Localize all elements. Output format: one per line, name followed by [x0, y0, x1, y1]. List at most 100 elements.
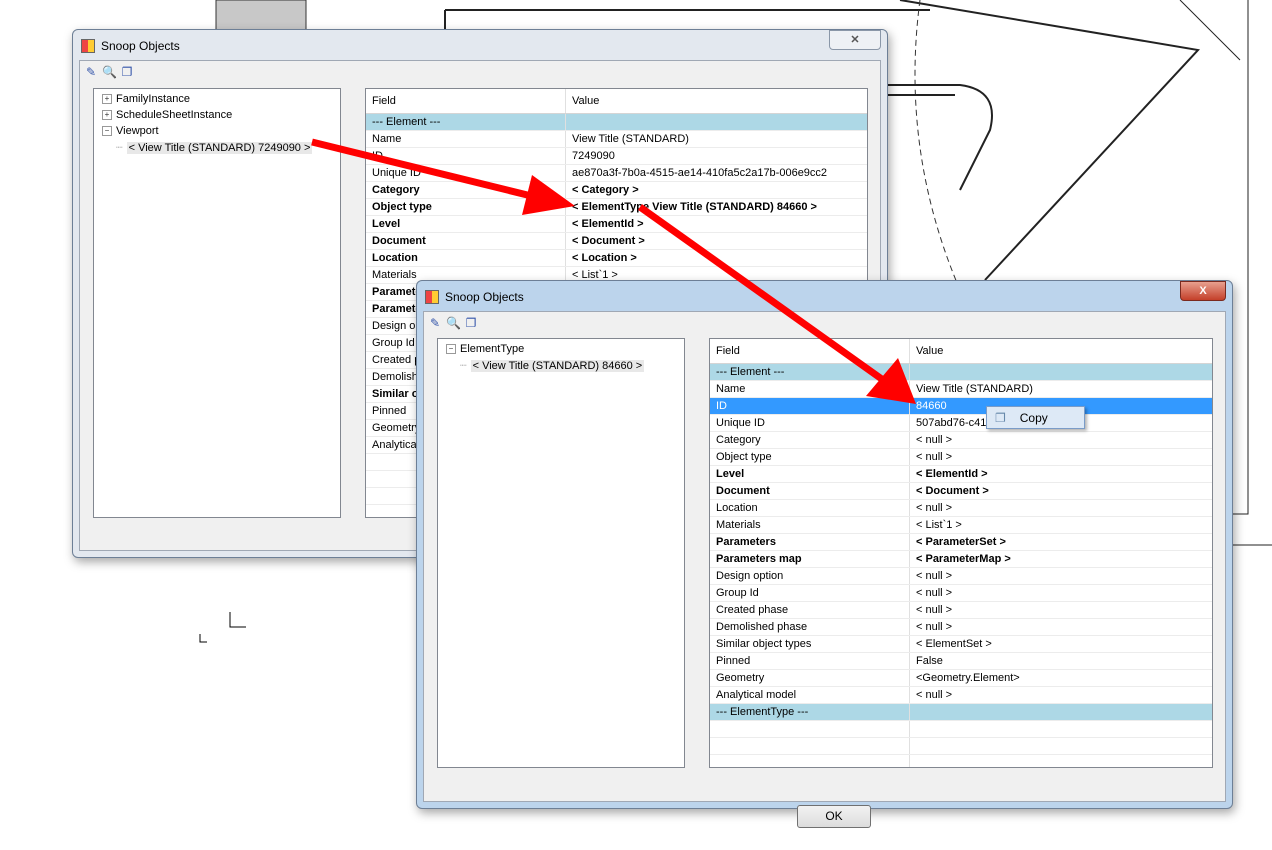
- tree-item[interactable]: + ScheduleSheetInstance: [102, 109, 232, 121]
- table-row[interactable]: Level < ElementId >: [366, 216, 867, 233]
- value-cell: ae870a3f-7b0a-4515-ae14-410fa5c2a17b-006…: [572, 167, 828, 179]
- table-row[interactable]: ID 84660: [710, 398, 1212, 415]
- expand-collapse-icon[interactable]: −: [446, 344, 456, 354]
- value-cell: < ElementId >: [572, 218, 644, 230]
- field-cell: Name: [710, 381, 910, 397]
- app-icon: [81, 39, 95, 53]
- value-cell: [566, 114, 867, 130]
- tree-item[interactable]: ┈ < View Title (STANDARD) 84660 >: [460, 359, 645, 372]
- table-row[interactable]: Level < ElementId >: [710, 466, 1212, 483]
- field-cell: Parameters: [710, 534, 910, 550]
- value-column-header[interactable]: Value: [910, 339, 1212, 363]
- empty-row: [710, 738, 1212, 755]
- field-cell: Parameters map: [710, 551, 910, 567]
- object-tree[interactable]: + FamilyInstance + ScheduleSheetInstance − Vi…: [93, 88, 341, 518]
- toolbar: ✎ 🔍 ❐: [428, 316, 478, 330]
- copy-icon[interactable]: ❐: [120, 65, 134, 79]
- snoop-icon[interactable]: ✎: [84, 65, 98, 79]
- field-cell: Materials: [710, 517, 910, 533]
- search-icon[interactable]: 🔍: [102, 65, 117, 79]
- table-row[interactable]: Category < null >: [710, 432, 1212, 449]
- field-cell: Location: [710, 500, 910, 516]
- window-title: Snoop Objects: [101, 39, 180, 53]
- close-button[interactable]: X: [1180, 281, 1226, 301]
- table-row[interactable]: Geometry <Geometry.Element>: [710, 670, 1212, 687]
- table-row[interactable]: Object type < null >: [710, 449, 1212, 466]
- table-row[interactable]: Object type < ElementType View Title (STA…: [366, 199, 867, 216]
- field-cell: Unique ID: [366, 165, 566, 181]
- table-row[interactable]: Analytical model < null >: [710, 687, 1212, 704]
- value-cell: 7249090: [572, 150, 615, 162]
- table-row[interactable]: Document < Document >: [366, 233, 867, 250]
- table-row[interactable]: Name View Title (STANDARD): [366, 131, 867, 148]
- field-cell: ID: [710, 398, 910, 414]
- field-cell: Pinned: [710, 653, 910, 669]
- table-row[interactable]: Unique ID507abd76-c41 314bd-00014ab4: [710, 415, 1212, 432]
- field-cell: Design option: [710, 568, 910, 584]
- table-row[interactable]: --- ElementType ---: [710, 704, 1212, 721]
- expand-collapse-icon[interactable]: +: [102, 110, 112, 120]
- table-row[interactable]: Pinned False: [710, 653, 1212, 670]
- close-button[interactable]: ✕: [829, 30, 881, 50]
- toolbar: ✎ 🔍 ❐: [84, 65, 134, 79]
- table-row[interactable]: Location < Location >: [366, 250, 867, 267]
- expand-collapse-icon[interactable]: −: [102, 126, 112, 136]
- field-column-header[interactable]: Field: [710, 339, 910, 363]
- app-icon: [425, 290, 439, 304]
- table-row[interactable]: ID 7249090: [366, 148, 867, 165]
- field-cell: Location: [366, 250, 566, 266]
- value-cell: < null >: [916, 689, 953, 701]
- value-column-header[interactable]: Value: [566, 89, 867, 113]
- table-row[interactable]: Unique ID ae870a3f-7b0a-4515-ae14-410fa5c…: [366, 165, 867, 182]
- title-bar: Snoop Objects: [81, 36, 180, 56]
- grid-header: Field Value: [710, 339, 1212, 364]
- expand-collapse-icon[interactable]: +: [102, 94, 112, 104]
- table-row[interactable]: Created phase < null >: [710, 602, 1212, 619]
- snoop-icon[interactable]: ✎: [428, 316, 442, 330]
- table-row[interactable]: --- Element ---: [710, 364, 1212, 381]
- table-row[interactable]: Document < Document >: [710, 483, 1212, 500]
- value-cell: < ElementType View Title (STANDARD) 8466…: [572, 201, 817, 213]
- value-cell: < Document >: [572, 235, 645, 247]
- table-row[interactable]: Demolished phase < null >: [710, 619, 1212, 636]
- snoop-objects-window-front: Snoop Objects X ✎ 🔍 ❐ − ElementType ┈ < Vie…: [416, 280, 1233, 828]
- field-cell: Category: [710, 432, 910, 448]
- tree-item-label: FamilyInstance: [116, 93, 190, 105]
- object-tree[interactable]: − ElementType ┈ < View Title (STANDARD) 846…: [437, 338, 685, 768]
- field-column-header[interactable]: Field: [366, 89, 566, 113]
- table-row[interactable]: Design option < null >: [710, 568, 1212, 585]
- property-grid[interactable]: Field Value --- Element --- Name View Title …: [709, 338, 1213, 768]
- value-cell: < null >: [916, 434, 953, 446]
- value-cell: < null >: [916, 621, 953, 633]
- title-bar: Snoop Objects: [425, 287, 524, 307]
- field-cell: Name: [366, 131, 566, 147]
- search-icon[interactable]: 🔍: [446, 316, 461, 330]
- tree-item-label: Viewport: [116, 125, 159, 137]
- field-cell: [710, 738, 910, 754]
- field-cell: --- ElementType ---: [710, 704, 910, 720]
- value-cell: < ParameterSet >: [916, 536, 1006, 548]
- tree-item[interactable]: − Viewport: [102, 125, 159, 137]
- table-row[interactable]: Parameters map < ParameterMap >: [710, 551, 1212, 568]
- table-row[interactable]: Materials < List`1 >: [710, 517, 1212, 534]
- table-row[interactable]: Name View Title (STANDARD): [710, 381, 1212, 398]
- field-cell: Similar object types: [710, 636, 910, 652]
- value-cell: < List`1 >: [916, 519, 962, 531]
- tree-item[interactable]: − ElementType: [446, 343, 524, 355]
- value-cell: < null >: [916, 451, 953, 463]
- field-cell: Demolished phase: [710, 619, 910, 635]
- table-row[interactable]: Group Id < null >: [710, 585, 1212, 602]
- context-menu-copy[interactable]: Copy: [1020, 411, 1048, 425]
- copy-icon[interactable]: ❐: [464, 316, 478, 330]
- tree-item[interactable]: + FamilyInstance: [102, 93, 190, 105]
- value-cell: < ElementId >: [916, 468, 988, 480]
- table-row[interactable]: Location < null >: [710, 500, 1212, 517]
- table-row[interactable]: Category < Category >: [366, 182, 867, 199]
- ok-button[interactable]: OK: [797, 805, 871, 828]
- table-row[interactable]: --- Element ---: [366, 114, 867, 131]
- value-cell: False: [916, 655, 943, 667]
- value-cell: View Title (STANDARD): [916, 383, 1033, 395]
- table-row[interactable]: Similar object types < ElementSet >: [710, 636, 1212, 653]
- tree-item[interactable]: ┈ < View Title (STANDARD) 7249090 >: [116, 141, 313, 154]
- table-row[interactable]: Parameters < ParameterSet >: [710, 534, 1212, 551]
